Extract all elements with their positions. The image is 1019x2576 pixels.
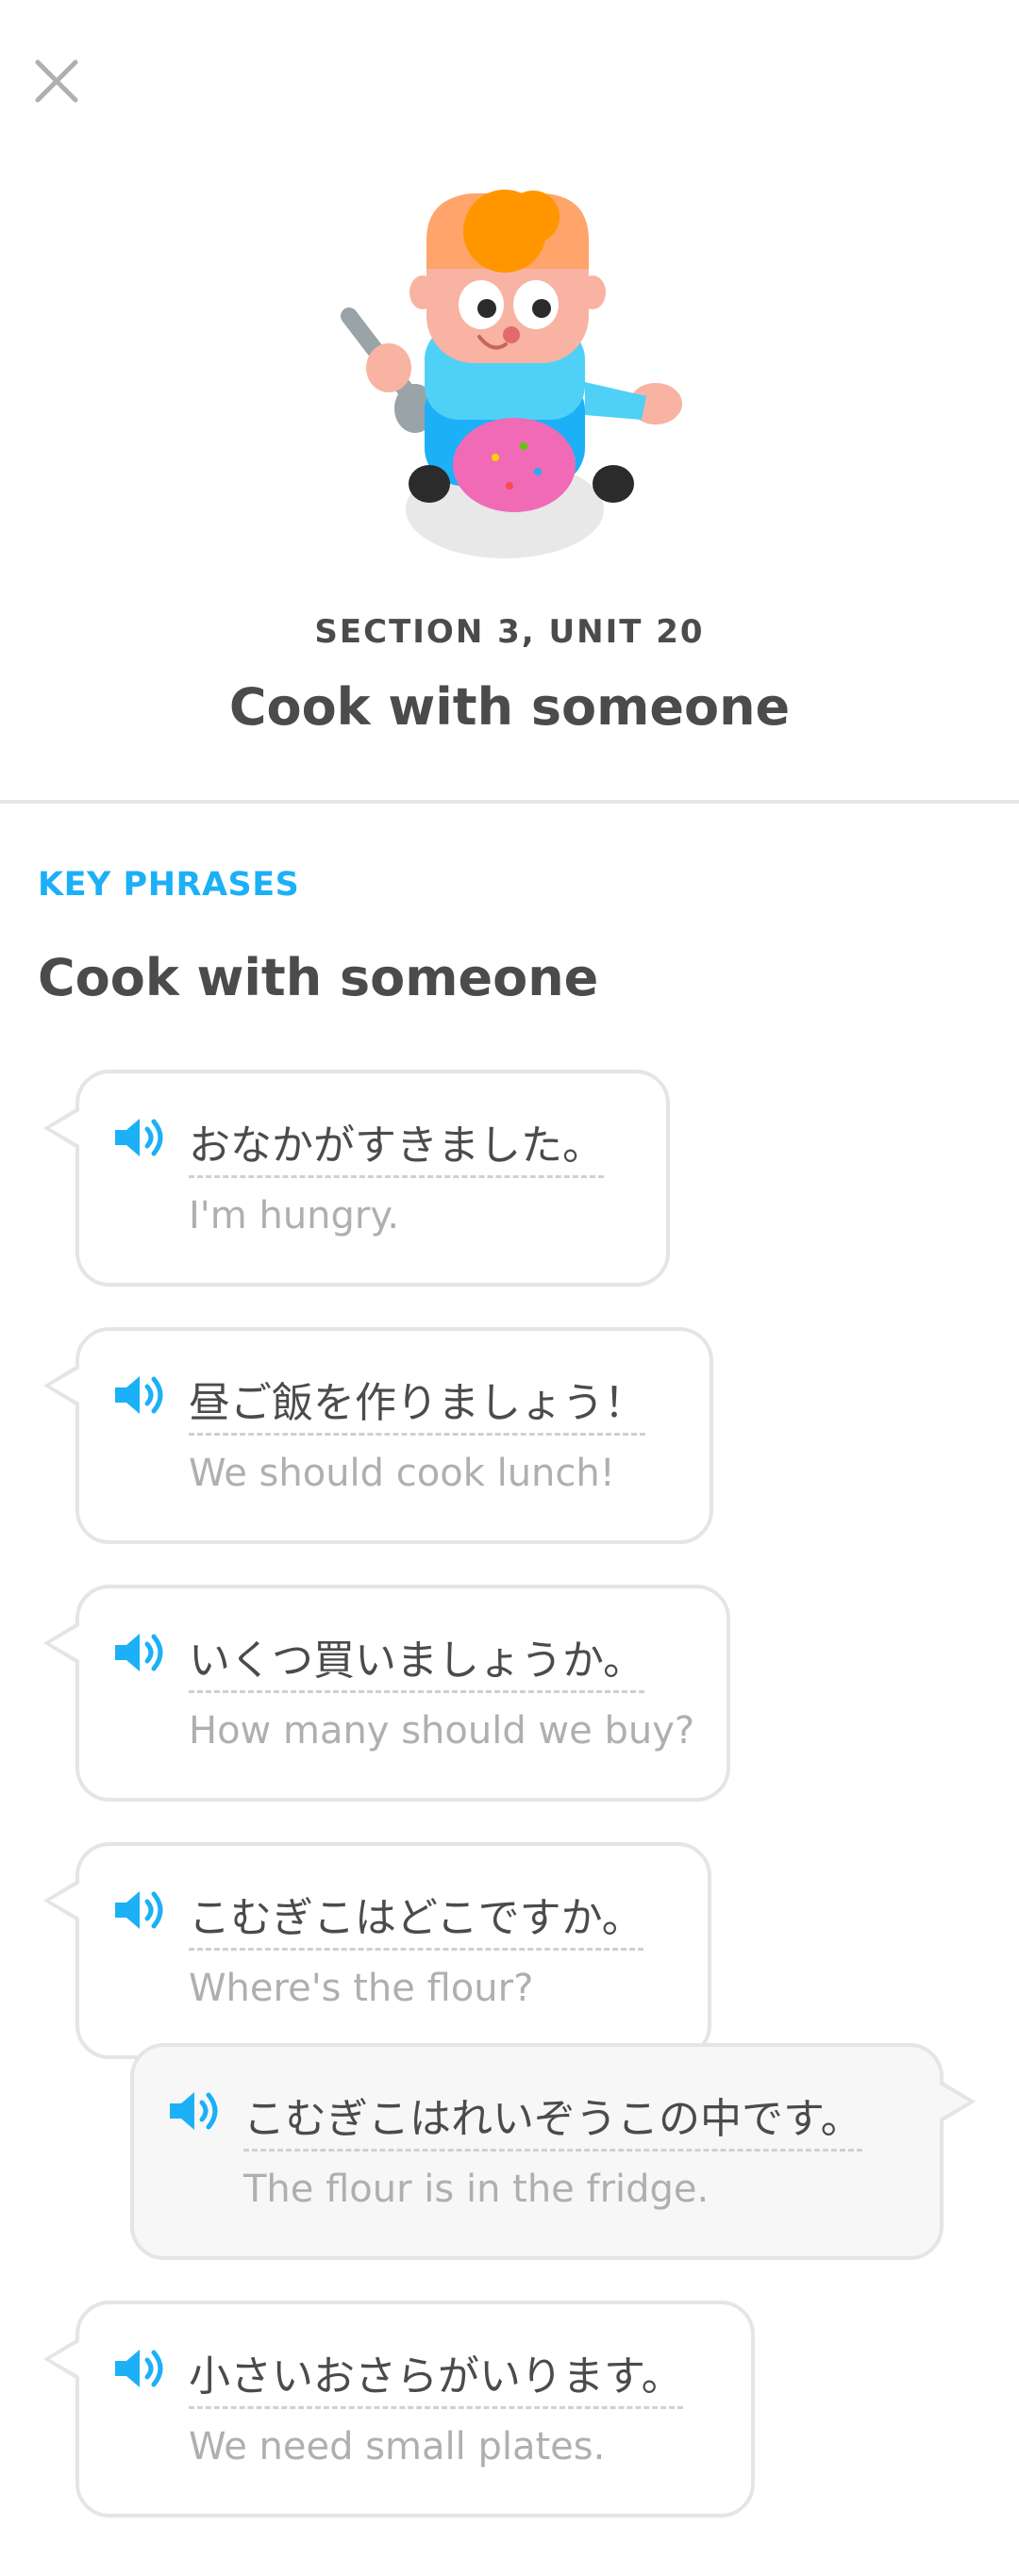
phrase-translation: Where's the flour? (189, 1967, 534, 2010)
speaker-icon[interactable] (111, 1113, 170, 1162)
unit-title: Cook with someone (228, 677, 791, 737)
phrase-japanese[interactable]: いくつ買いましょうか。 (189, 1626, 645, 1693)
phrase-bubble: いくつ買いましょうか。 How many should we buy? (43, 1585, 730, 1802)
phrase-japanese[interactable]: 昼ご飯を作りましょう！ (189, 1369, 645, 1436)
phrase-bubble: こむぎこはどこですか。 Where's the flour? (43, 1842, 711, 2059)
phrase-japanese[interactable]: こむぎこはどこですか。 (189, 1884, 643, 1951)
key-phrases-label: KEY PHRASES (38, 866, 300, 904)
phrase-bubble: おなかがすきました。 I'm hungry. (43, 1070, 670, 1287)
phrase-translation: We should cook lunch! (189, 1452, 615, 1495)
phrase-japanese[interactable]: こむぎこはれいぞうこの中です。 (243, 2085, 862, 2152)
phrase-bubble: 昼ご飯を作りましょう！ We should cook lunch! (43, 1327, 713, 1544)
section-label: SECTION 3, UNIT 20 (314, 613, 705, 651)
character-illustration (321, 184, 698, 571)
phrase-translation: The flour is in the fridge. (243, 2168, 710, 2211)
phrase-translation: I'm hungry. (189, 1194, 400, 1238)
speaker-icon[interactable] (111, 1628, 170, 1677)
phrase-japanese[interactable]: 小さいおさらがいります。 (189, 2342, 683, 2409)
phrase-translation: How many should we buy? (189, 1709, 695, 1753)
close-button[interactable] (32, 57, 81, 106)
speaker-icon[interactable] (111, 2344, 170, 2393)
key-phrases-title: Cook with someone (38, 948, 599, 1007)
phrase-japanese[interactable]: おなかがすきました。 (189, 1111, 604, 1178)
divider (0, 800, 1019, 804)
speaker-icon[interactable] (111, 1886, 170, 1935)
phrase-bubble-response: こむぎこはれいぞうこの中です。 The flour is in the frid… (130, 2043, 976, 2260)
speaker-icon[interactable] (166, 2086, 225, 2136)
phrase-translation: We need small plates. (189, 2425, 606, 2468)
close-icon (35, 59, 78, 103)
speaker-icon[interactable] (111, 1371, 170, 1420)
phrase-bubble: 小さいおさらがいります。 We need small plates. (43, 2301, 755, 2518)
